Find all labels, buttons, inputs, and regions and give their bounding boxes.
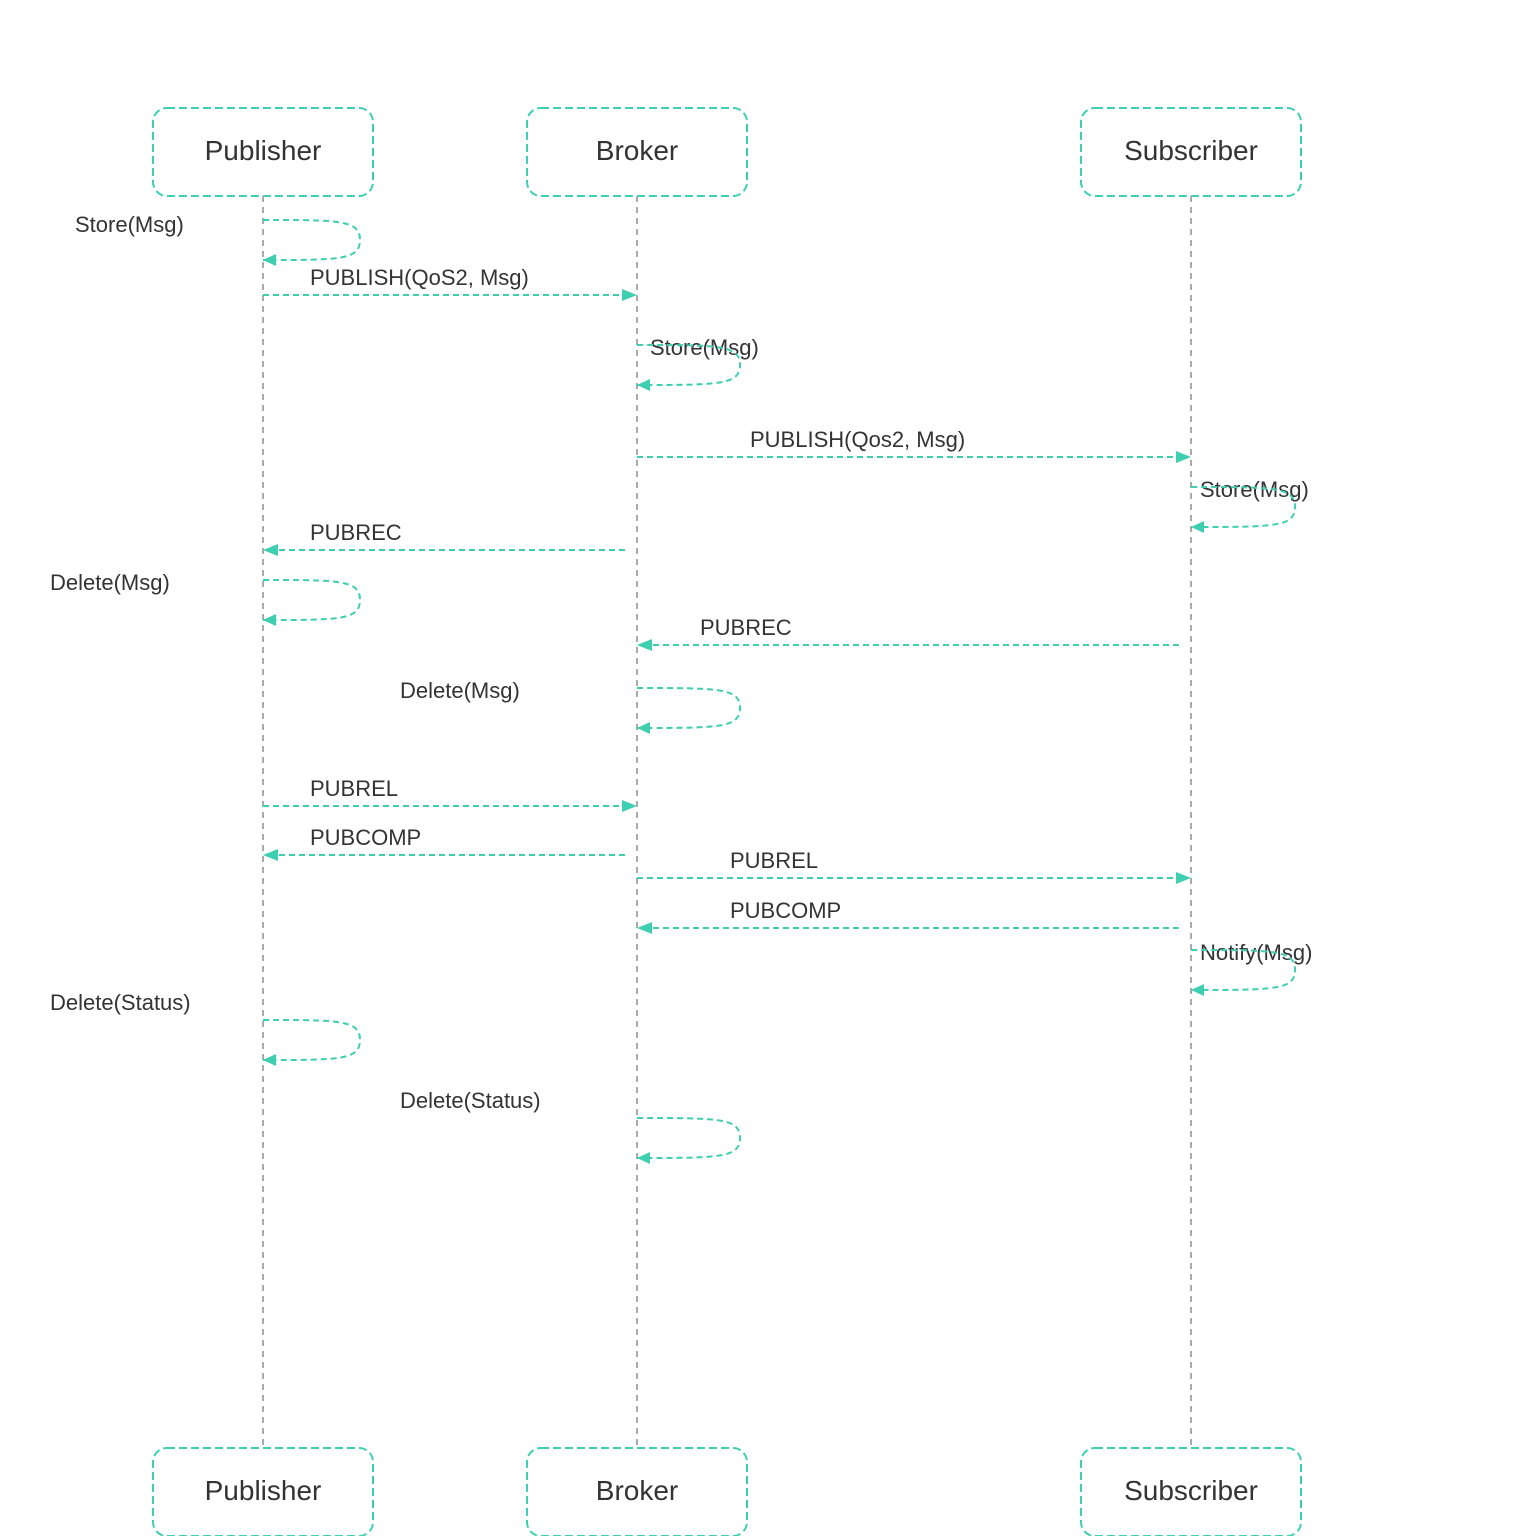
svg-text:Delete(Msg): Delete(Msg) — [400, 678, 520, 703]
svg-text:Store(Msg): Store(Msg) — [1200, 477, 1309, 502]
svg-text:Store(Msg): Store(Msg) — [75, 212, 184, 237]
svg-text:Broker: Broker — [596, 1475, 678, 1506]
diagram-container: Publisher Broker Subscriber Publisher Br… — [0, 0, 1520, 1536]
svg-text:PUBLISH(Qos2, Msg): PUBLISH(Qos2, Msg) — [750, 427, 965, 452]
svg-text:Broker: Broker — [596, 135, 678, 166]
svg-text:Delete(Status): Delete(Status) — [50, 990, 191, 1015]
svg-text:Subscriber: Subscriber — [1124, 1475, 1258, 1506]
svg-text:PUBREC: PUBREC — [700, 615, 792, 640]
svg-text:Delete(Status): Delete(Status) — [400, 1088, 541, 1113]
svg-text:PUBLISH(QoS2, Msg): PUBLISH(QoS2, Msg) — [310, 265, 529, 290]
svg-text:Notify(Msg): Notify(Msg) — [1200, 940, 1312, 965]
svg-text:Store(Msg): Store(Msg) — [650, 335, 759, 360]
arrows-svg: Publisher Broker Subscriber Publisher Br… — [0, 0, 1520, 1536]
svg-text:Publisher: Publisher — [205, 1475, 322, 1506]
svg-text:Subscriber: Subscriber — [1124, 135, 1258, 166]
svg-text:PUBREL: PUBREL — [310, 776, 398, 801]
svg-text:Publisher: Publisher — [205, 135, 322, 166]
svg-text:PUBREC: PUBREC — [310, 520, 402, 545]
svg-text:PUBCOMP: PUBCOMP — [730, 898, 841, 923]
svg-text:PUBCOMP: PUBCOMP — [310, 825, 421, 850]
svg-text:Delete(Msg): Delete(Msg) — [50, 570, 170, 595]
svg-text:PUBREL: PUBREL — [730, 848, 818, 873]
